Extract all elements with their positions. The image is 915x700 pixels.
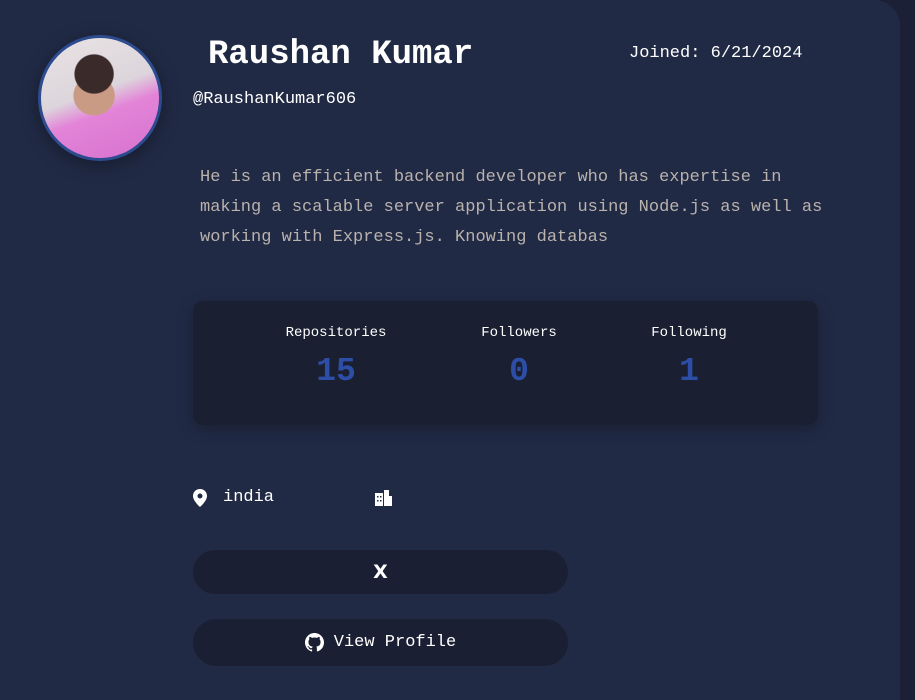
map-pin-icon [193,488,207,507]
profile-handle: @RaushanKumar606 [193,90,357,109]
stat-value: 0 [509,353,529,390]
avatar [38,35,162,161]
stat-value: 15 [316,353,356,390]
x-logo-icon: X [373,561,388,583]
location-text: india [223,488,275,507]
building-icon [375,490,392,506]
stat-label: Repositories [285,325,387,341]
stat-value: 1 [679,353,699,390]
stat-label: Followers [481,325,557,341]
view-profile-label: View Profile [333,633,457,652]
profile-bio: He is an efficient backend developer who… [200,168,823,247]
location: india [193,488,274,507]
view-profile-button[interactable]: View Profile [193,619,568,666]
github-icon [304,633,324,652]
stat-repositories: Repositories 15 [256,325,416,390]
profile-name: Raushan Kumar [208,36,474,74]
stat-label: Following [651,325,727,341]
stat-following: Following 1 [609,325,769,390]
twitter-button[interactable]: X [193,550,568,594]
stat-followers: Followers 0 [439,325,599,390]
profile-card: Raushan Kumar Joined: 6/21/2024 @Raushan… [0,0,900,700]
joined-date: Joined: 6/21/2024 [629,44,803,63]
stats-panel: Repositories 15 Followers 0 Following 1 [193,301,818,425]
